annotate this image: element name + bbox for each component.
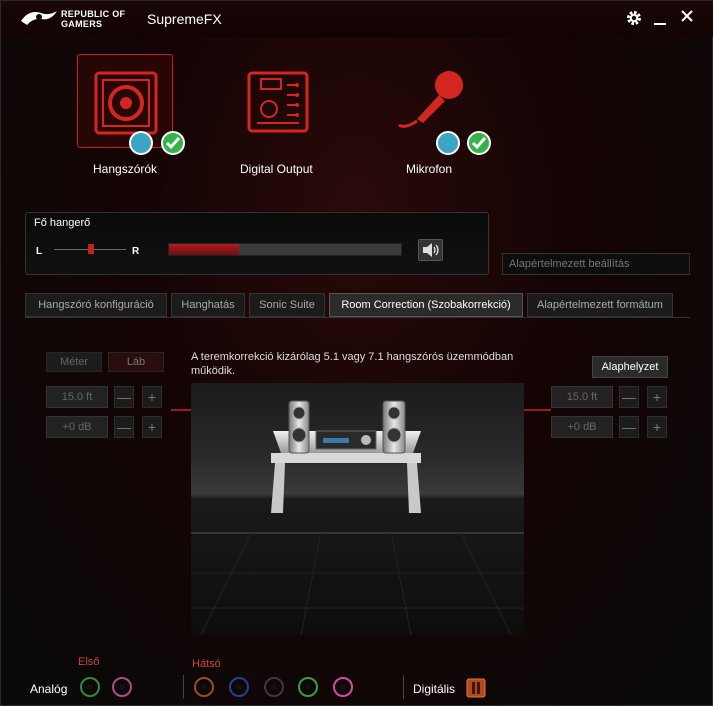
- tab-divider: [25, 317, 690, 318]
- app-title: SupremeFX: [147, 11, 222, 27]
- rear-label: Hátsó: [192, 658, 221, 670]
- jack-rear-pink[interactable]: [333, 677, 353, 697]
- left-gain-plus-button[interactable]: +: [142, 416, 162, 438]
- device-microphone[interactable]: [382, 54, 491, 155]
- speaker-icon: [94, 71, 158, 135]
- room-correction-info: A teremkorrekció kizárólag 5.1 vagy 7.1 …: [191, 351, 514, 377]
- brand-text: REPUBLIC OF GAMERS: [61, 9, 125, 29]
- jack-rear-black[interactable]: [264, 677, 284, 697]
- mute-button[interactable]: [418, 239, 443, 261]
- footer-separator: [183, 675, 184, 699]
- tab-room-correction[interactable]: Room Correction (Szobakorrekció): [329, 293, 523, 317]
- tab-default-format[interactable]: Alapértelmezett formátum: [527, 293, 673, 317]
- master-volume-title: Fő hangerő: [34, 217, 91, 229]
- right-gain-plus-button[interactable]: +: [647, 416, 667, 438]
- digital-output-icon[interactable]: [466, 678, 486, 698]
- left-gain-minus-button[interactable]: —: [114, 416, 134, 438]
- brand-line2: GAMERS: [61, 19, 103, 29]
- left-distance-plus-button[interactable]: +: [142, 386, 162, 408]
- speaker-volume-icon: [423, 243, 439, 257]
- gear-icon[interactable]: [624, 9, 644, 29]
- chat-icon[interactable]: [129, 131, 153, 155]
- footer-separator: [403, 675, 404, 699]
- title-bar: REPUBLIC OF GAMERS SupremeFX: [1, 1, 713, 37]
- left-gain-field[interactable]: +0 dB: [46, 416, 108, 438]
- tab-speaker-config[interactable]: Hangszóró konfiguráció: [25, 293, 167, 317]
- jack-rear-blue[interactable]: [229, 677, 249, 697]
- chat-icon[interactable]: [436, 131, 460, 155]
- balance-slider-knob[interactable]: [88, 244, 94, 254]
- master-volume-slider[interactable]: [168, 243, 402, 256]
- device-speakers[interactable]: [77, 54, 185, 155]
- unit-foot-button[interactable]: Láb: [108, 352, 164, 372]
- minimize-icon[interactable]: [650, 9, 670, 29]
- analog-label: Analóg: [30, 682, 68, 696]
- microphone-icon: [398, 71, 463, 128]
- check-icon: [161, 131, 185, 155]
- jack-front-green[interactable]: [80, 677, 100, 697]
- device-label-microphone: Mikrofon: [406, 162, 453, 176]
- balance-left-label: L: [36, 246, 43, 257]
- digital-label: Digitális: [413, 682, 456, 696]
- right-distance-minus-button[interactable]: —: [619, 386, 639, 408]
- front-label: Első: [78, 656, 100, 668]
- circuit-board-icon: [247, 71, 309, 133]
- master-volume-fill: [169, 244, 239, 255]
- master-volume-panel: Fő hangerő L R: [25, 212, 489, 275]
- left-distance-field[interactable]: 15.0 ft: [46, 386, 108, 408]
- balance-right-label: R: [132, 246, 140, 257]
- unit-meter-button[interactable]: Méter: [46, 352, 102, 372]
- tab-sonic-suite[interactable]: Sonic Suite: [249, 293, 325, 317]
- close-icon[interactable]: [677, 9, 697, 29]
- jack-rear-green[interactable]: [298, 677, 318, 697]
- left-distance-minus-button[interactable]: —: [114, 386, 134, 408]
- jack-front-pink[interactable]: [112, 677, 132, 697]
- right-distance-field[interactable]: 15.0 ft: [551, 386, 613, 408]
- rog-logo-icon: [21, 11, 57, 25]
- preset-dropdown[interactable]: Alapértelmezett beállítás: [502, 253, 690, 275]
- jack-rear-orange[interactable]: [194, 677, 214, 697]
- device-label-digital-output: Digital Output: [240, 162, 313, 176]
- check-icon: [467, 131, 491, 155]
- device-digital-output[interactable]: [229, 54, 325, 148]
- supremefx-window: REPUBLIC OF GAMERS SupremeFX Hangszórók: [0, 0, 713, 706]
- room-visualization: [191, 383, 524, 635]
- tab-sound-effect[interactable]: Hanghatás: [171, 293, 245, 317]
- room-scene: [191, 400, 524, 635]
- device-label-speakers: Hangszórók: [93, 162, 158, 176]
- right-gain-field[interactable]: +0 dB: [551, 416, 613, 438]
- right-gain-minus-button[interactable]: —: [619, 416, 639, 438]
- reset-button[interactable]: Alaphelyzet: [592, 356, 668, 378]
- brand-line1: REPUBLIC OF: [61, 9, 126, 19]
- right-distance-plus-button[interactable]: +: [647, 386, 667, 408]
